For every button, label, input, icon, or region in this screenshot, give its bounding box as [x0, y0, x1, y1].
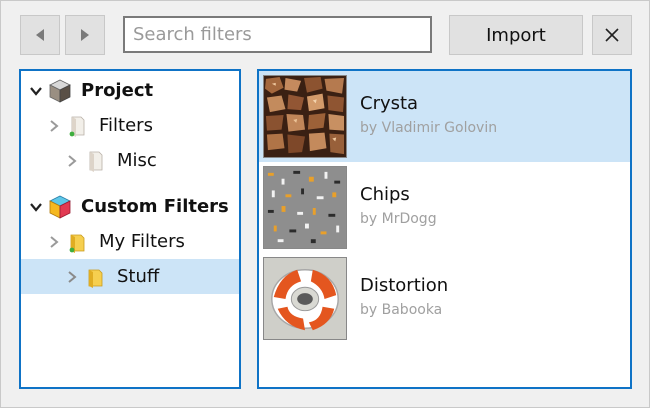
- filter-thumbnail-distortion: [263, 257, 347, 340]
- filter-author: by Vladimir Golovin: [360, 120, 498, 136]
- chevron-down-icon[interactable]: [29, 84, 43, 98]
- tree-item-custom-filters[interactable]: Custom Filters: [21, 189, 239, 224]
- chevron-left-icon: [36, 29, 44, 41]
- close-icon: [605, 28, 619, 42]
- chevron-right-icon[interactable]: [47, 119, 61, 133]
- chevron-right-icon[interactable]: [65, 154, 79, 168]
- close-button[interactable]: [592, 15, 632, 55]
- filter-thumbnail-chips: [263, 166, 347, 249]
- filter-item-chips[interactable]: Chips by MrDogg: [259, 162, 630, 253]
- tree-item-label: Filters: [99, 115, 153, 136]
- filter-name: Chips: [360, 184, 410, 205]
- folder-icon: [69, 234, 85, 253]
- filter-thumbnail-crysta: [263, 75, 347, 158]
- tree-item-filters[interactable]: Filters: [21, 108, 239, 143]
- filter-tree[interactable]: Project Filters Misc Custom Filters My F…: [19, 69, 241, 389]
- tree-item-label: My Filters: [99, 231, 185, 252]
- cube-icon: [49, 79, 71, 103]
- tree-item-stuff[interactable]: Stuff: [21, 259, 239, 294]
- file-icon: [89, 151, 103, 172]
- tree-item-label: Project: [81, 80, 154, 101]
- forward-button[interactable]: [65, 15, 105, 55]
- chevron-right-icon[interactable]: [47, 235, 61, 249]
- tree-item-label: Misc: [117, 150, 157, 171]
- filter-list[interactable]: Crysta by Vladimir Golovin Chips by MrDo…: [257, 69, 632, 389]
- tree-item-project[interactable]: Project: [21, 73, 239, 108]
- file-icon: [69, 116, 85, 137]
- tree-item-label: Stuff: [117, 266, 160, 287]
- back-button[interactable]: [20, 15, 60, 55]
- filter-browser-window: Import Project: [0, 0, 650, 408]
- chevron-right-icon: [81, 29, 89, 41]
- chevron-right-icon[interactable]: [65, 270, 79, 284]
- tree-item-misc[interactable]: Misc: [21, 143, 239, 178]
- filter-name: Crysta: [360, 93, 419, 114]
- color-cube-icon: [49, 195, 71, 219]
- filter-name: Distortion: [360, 275, 449, 296]
- tree-item-label: Custom Filters: [81, 196, 229, 217]
- search-input[interactable]: [123, 16, 432, 53]
- filter-item-crysta[interactable]: Crysta by Vladimir Golovin: [259, 71, 630, 162]
- folder-icon: [88, 269, 103, 288]
- tree-item-my-filters[interactable]: My Filters: [21, 224, 239, 259]
- import-button[interactable]: Import: [449, 15, 583, 55]
- filter-item-distortion[interactable]: Distortion by Babooka: [259, 253, 630, 344]
- filter-author: by Babooka: [360, 302, 443, 318]
- chevron-down-icon[interactable]: [29, 200, 43, 214]
- filter-author: by MrDogg: [360, 211, 437, 227]
